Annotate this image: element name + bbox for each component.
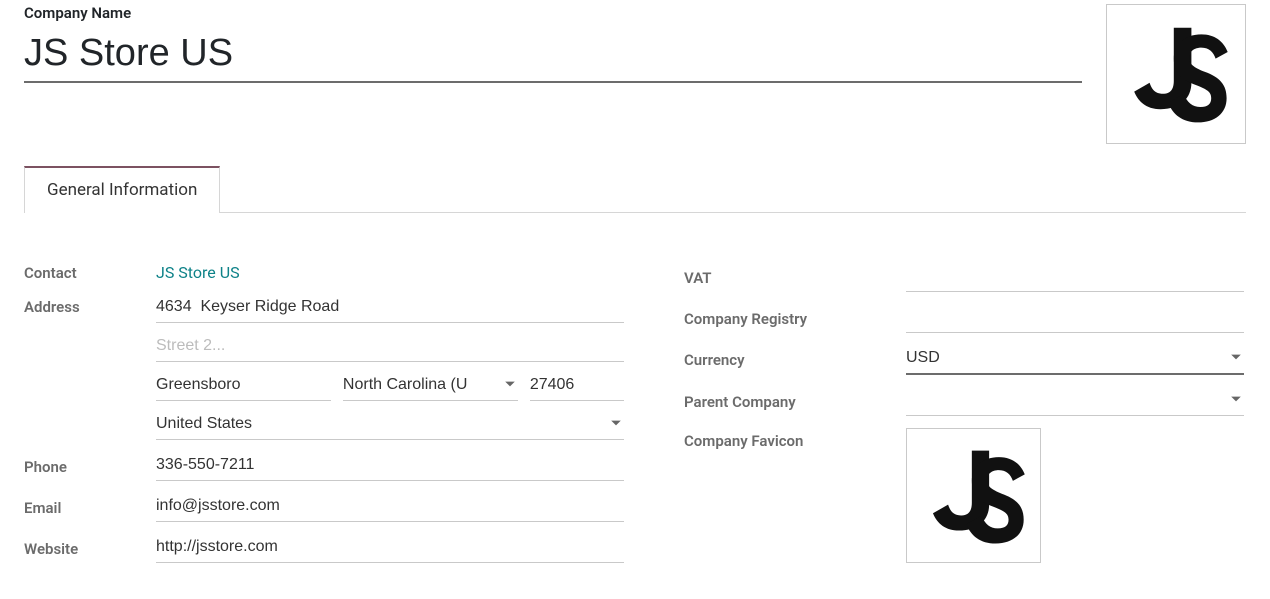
website-input[interactable] xyxy=(156,534,624,563)
tabs: General Information xyxy=(24,166,1246,213)
currency-select[interactable] xyxy=(906,345,1244,375)
city-input[interactable] xyxy=(156,372,331,401)
company-name-input[interactable] xyxy=(24,32,1082,83)
parent-company-label: Parent Company xyxy=(684,393,906,411)
currency-label: Currency xyxy=(684,351,906,369)
js-logo-icon xyxy=(920,442,1028,550)
company-name-label: Company Name xyxy=(24,4,1082,22)
phone-input[interactable] xyxy=(156,452,624,481)
vat-input[interactable] xyxy=(906,263,1244,291)
company-logo[interactable] xyxy=(1106,4,1246,144)
street1-input[interactable] xyxy=(156,294,624,323)
company-registry-input[interactable] xyxy=(906,304,1244,332)
address-label: Address xyxy=(24,294,156,316)
company-favicon-label: Company Favicon xyxy=(684,428,906,450)
website-label: Website xyxy=(24,540,156,558)
company-registry-label: Company Registry xyxy=(684,310,906,328)
tab-general-information[interactable]: General Information xyxy=(24,166,220,212)
js-logo-icon xyxy=(1121,19,1231,129)
contact-link[interactable]: JS Store US xyxy=(156,263,240,282)
tab-label: General Information xyxy=(47,180,197,200)
email-input[interactable] xyxy=(156,493,624,522)
zip-input[interactable] xyxy=(530,372,624,401)
country-select[interactable] xyxy=(156,411,624,440)
phone-label: Phone xyxy=(24,458,156,476)
email-label: Email xyxy=(24,499,156,517)
parent-company-select[interactable] xyxy=(906,387,1244,416)
vat-label: VAT xyxy=(684,269,906,287)
state-select[interactable] xyxy=(343,372,518,401)
company-favicon[interactable] xyxy=(906,428,1041,563)
street2-input[interactable] xyxy=(156,333,624,362)
contact-label: Contact xyxy=(24,264,156,282)
